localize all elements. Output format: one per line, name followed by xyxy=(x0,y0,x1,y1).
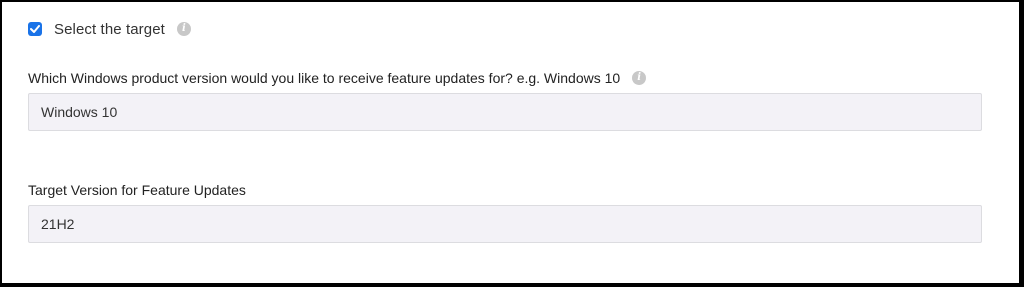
select-target-checkbox[interactable] xyxy=(28,22,42,36)
info-icon[interactable]: i xyxy=(632,71,647,85)
info-icon[interactable]: i xyxy=(176,22,191,36)
settings-panel: Select the target i Which Windows produc… xyxy=(2,2,1019,283)
target-version-input[interactable] xyxy=(28,205,982,243)
select-target-label[interactable]: Select the target xyxy=(54,21,165,38)
target-version-label: Target Version for Feature Updates xyxy=(28,181,246,199)
product-version-input[interactable] xyxy=(28,93,982,131)
product-version-label-text: Which Windows product version would you … xyxy=(28,70,621,86)
product-version-label: Which Windows product version would you … xyxy=(28,69,647,87)
checkmark-icon xyxy=(30,25,40,33)
target-version-label-text: Target Version for Feature Updates xyxy=(28,182,246,198)
select-target-row: Select the target i xyxy=(28,18,191,40)
